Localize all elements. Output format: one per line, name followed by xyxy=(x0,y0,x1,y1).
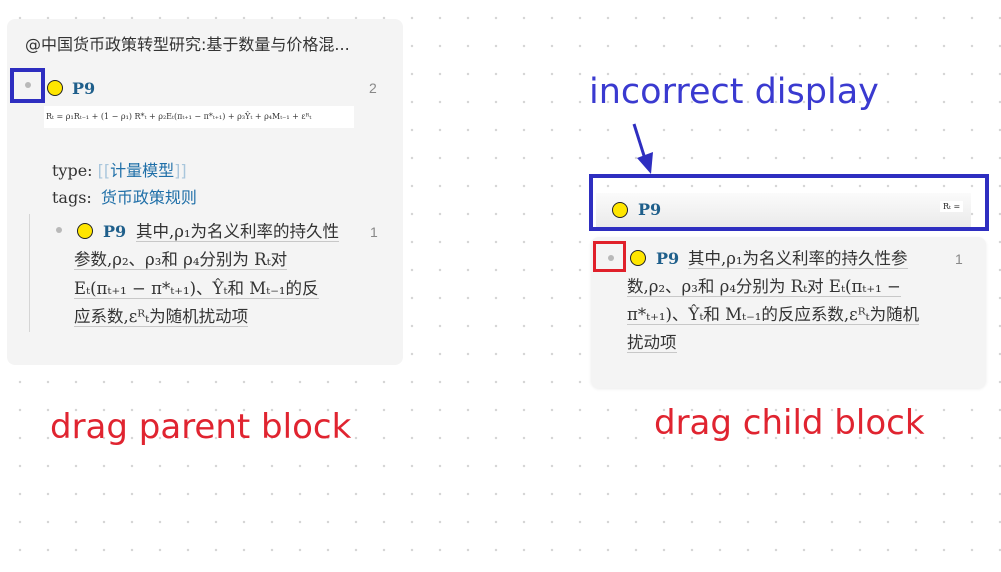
highlight-circle-icon xyxy=(77,223,93,239)
type-property: type: [[计量模型]] xyxy=(52,157,187,181)
tags-key: tags: xyxy=(52,188,92,207)
child-text-line: 应系数,εᴿₜ为随机扰动项 xyxy=(74,307,249,327)
type-open-bracket: [[ xyxy=(97,161,111,180)
highlight-circle-icon xyxy=(47,80,63,96)
child-card-text-line: 数,ρ₂、ρ₃和 ρ₄分别为 Rₜ对 Eₜ(πₜ₊₁ − xyxy=(627,277,901,297)
child-card-text-line: 扰动项 xyxy=(627,333,677,353)
type-key: type: xyxy=(52,161,93,180)
child-card-text-line: 其中,ρ₁为名义利率的持久性参 xyxy=(688,249,908,269)
parent-bullet-highlight-box xyxy=(10,68,45,103)
highlight-circle-icon xyxy=(630,250,646,266)
child-text-line: Eₜ(πₜ₊₁ − π*ₜ₊₁)、Ŷₜ和 Mₜ₋₁的反 xyxy=(74,279,319,299)
child-ref-count[interactable]: 1 xyxy=(370,224,378,240)
drag-parent-label: drag parent block xyxy=(50,407,352,447)
child-card-ref-link[interactable]: P9 xyxy=(656,249,679,268)
child-text-line: 参数,ρ₂、ρ₃和 ρ₄分别为 Rₜ对 xyxy=(74,250,288,270)
drag-child-label: drag child block xyxy=(654,403,925,443)
type-close-bracket: ]] xyxy=(174,161,187,180)
child-guide-line xyxy=(29,214,30,332)
page-title[interactable]: @中国货币政策转型研究:基于数量与价格混... xyxy=(25,31,350,55)
parent-ref-link[interactable]: P9 xyxy=(72,79,95,98)
child-bullet-highlight-box xyxy=(593,241,626,272)
incorrect-display-label: incorrect display xyxy=(589,72,879,112)
parent-formula-image: Rₜ = ρ₁Rₜ₋₁ + (1 − ρ₁) R*ₜ + ρ₂Eₜ(πₜ₊₁ −… xyxy=(44,106,354,128)
child-card-text-line: π*ₜ₊₁)、Ŷₜ和 Mₜ₋₁的反应系数,εᴿₜ为随机 xyxy=(627,305,920,325)
child-card-ref-count[interactable]: 1 xyxy=(955,251,963,267)
arrow-down-icon xyxy=(632,123,653,174)
incorrect-display-highlight-box xyxy=(589,174,989,231)
parent-ref-count[interactable]: 2 xyxy=(369,80,377,96)
type-link[interactable]: 计量模型 xyxy=(110,161,174,180)
child-text-line: 其中,ρ₁为名义利率的持久性 xyxy=(136,222,340,242)
child-bullet-handle[interactable] xyxy=(56,227,62,233)
tags-link[interactable]: 货币政策规则 xyxy=(101,188,197,207)
tags-property: tags: 货币政策规则 xyxy=(52,184,197,208)
child-ref-link[interactable]: P9 xyxy=(103,222,126,241)
